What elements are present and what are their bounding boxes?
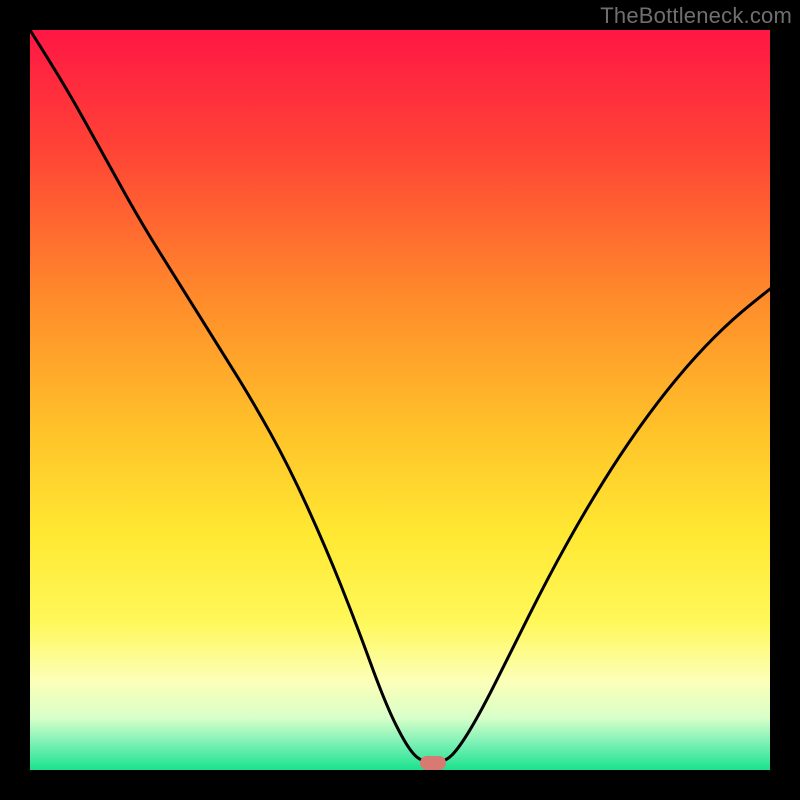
curve-layer (30, 30, 770, 770)
chart-frame: TheBottleneck.com (0, 0, 800, 800)
watermark-label: TheBottleneck.com (600, 3, 792, 29)
bottleneck-curve (30, 30, 770, 763)
minimum-marker (420, 756, 446, 770)
